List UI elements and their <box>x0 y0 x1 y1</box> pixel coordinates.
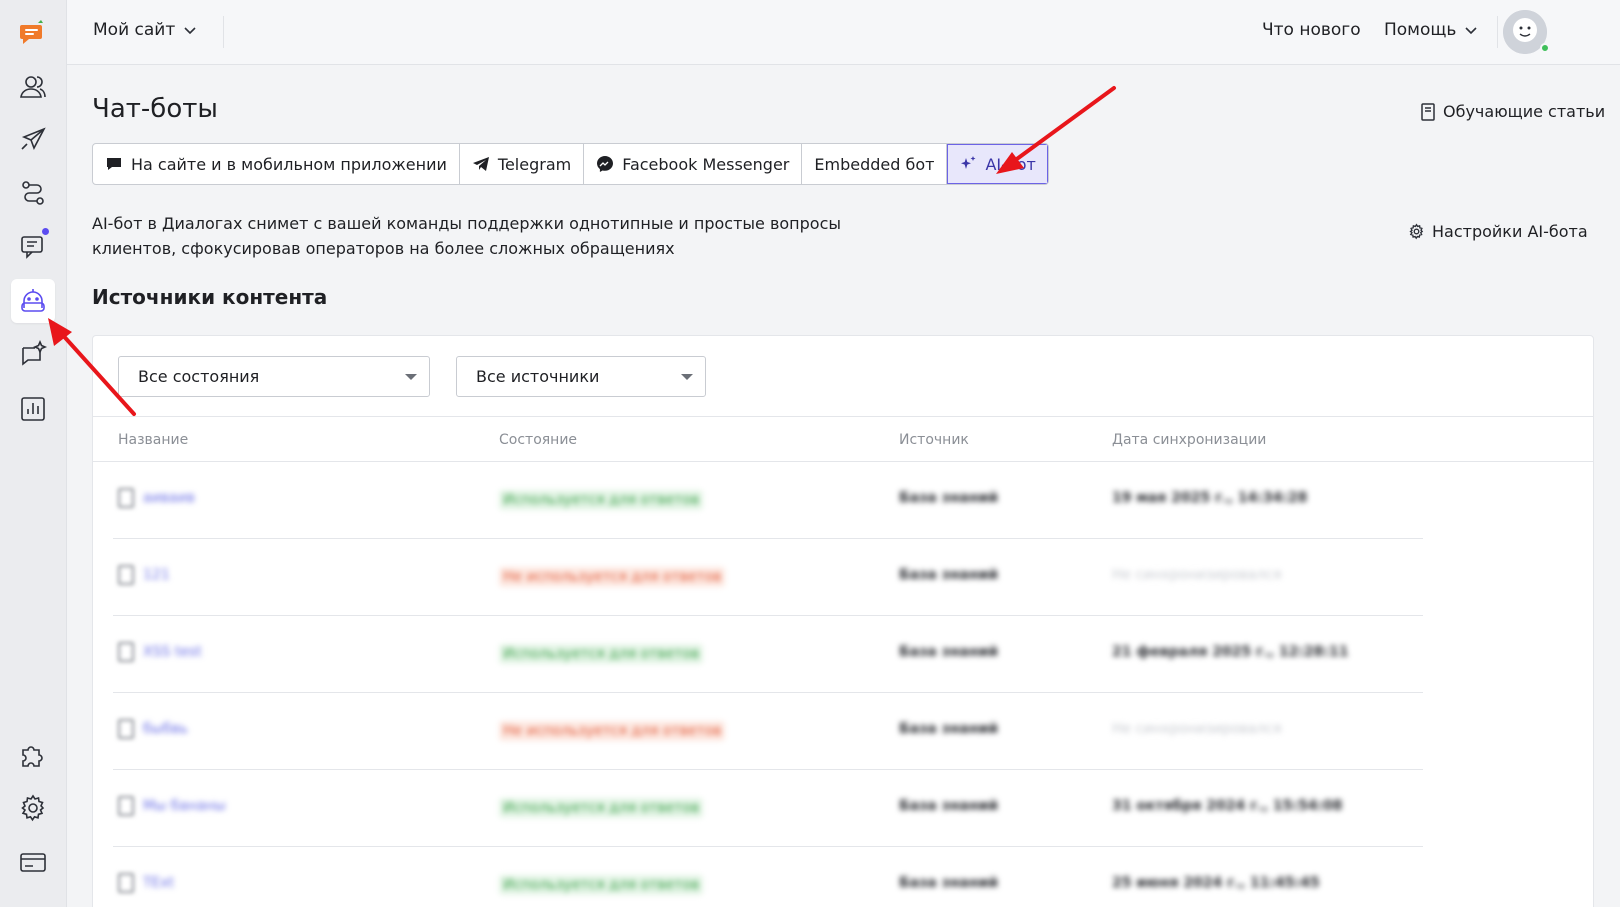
document-icon <box>118 719 134 739</box>
ai-sparkle-icon[interactable] <box>11 332 55 376</box>
puzzle-icon[interactable] <box>11 733 55 777</box>
table-row[interactable]: TExt Используется для ответов База знани… <box>93 847 1593 907</box>
status-badge: Используется для ответов <box>499 798 704 818</box>
document-icon <box>118 796 134 816</box>
billing-icon[interactable] <box>11 840 55 884</box>
sync-date: 25 июня 2024 г., 11:45:45 <box>1112 875 1320 891</box>
sync-date: Не синхронизировался <box>1112 567 1282 583</box>
tab-label: Telegram <box>497 154 572 174</box>
top-header: Мой сайт Что нового Помощь <box>67 0 1620 65</box>
source-type: База знаний <box>899 490 999 506</box>
app-logo-icon[interactable] <box>11 12 55 56</box>
source-name-link[interactable]: XSS test <box>143 644 202 660</box>
source-type: База знаний <box>899 644 999 660</box>
table-row[interactable]: аиваив Используется для ответов База зна… <box>93 462 1593 539</box>
bot-icon[interactable] <box>11 279 55 323</box>
rocket-icon[interactable] <box>11 118 55 162</box>
guides-link[interactable]: Обучающие статьи <box>1420 102 1605 121</box>
caret-down-icon <box>681 374 693 380</box>
document-icon <box>118 565 134 585</box>
tab-label: Facebook Messenger <box>622 154 790 174</box>
book-icon <box>1421 102 1435 121</box>
source-name-link[interactable]: TExt <box>143 875 174 891</box>
sync-date: 21 февраля 2025 г., 12:28:11 <box>1112 644 1349 660</box>
source-filter-value: Все источники <box>476 367 600 386</box>
tab-label: Embedded бот <box>814 154 935 174</box>
tab-telegram[interactable]: Telegram <box>460 144 585 184</box>
guides-label: Обучающие статьи <box>1443 102 1606 121</box>
page-title: Чат-боты <box>92 94 218 124</box>
gear-icon[interactable] <box>11 786 55 830</box>
divider <box>223 16 224 48</box>
column-header-state: Состояние <box>499 432 578 448</box>
source-type: База знаний <box>899 567 999 583</box>
users-icon[interactable] <box>11 65 55 109</box>
tab-label: На сайте и в мобильном приложении <box>131 154 447 174</box>
source-name-link[interactable]: быбвь <box>143 721 188 737</box>
ai-bot-description: AI-бот в Диалогах снимет с вашей команды… <box>92 214 841 258</box>
status-badge: Используется для ответов <box>499 875 704 895</box>
table-header: Название Состояние Источник Дата синхрон… <box>93 416 1593 462</box>
table-row[interactable]: 121 Не используется для ответов База зна… <box>93 539 1593 616</box>
sync-date: Не синхронизировался <box>1112 721 1282 737</box>
status-badge: Не используется для ответов <box>499 721 726 741</box>
column-header-sync-date: Дата синхронизации <box>1112 432 1267 448</box>
gear-icon <box>1409 223 1424 240</box>
sync-date: 19 мая 2025 г., 14:34:28 <box>1112 490 1308 506</box>
sidebar <box>0 0 67 907</box>
source-name-link[interactable]: Мы бананы <box>143 798 226 814</box>
caret-down-icon <box>405 374 417 380</box>
content-sources-card: Все состояния Все источники Название Сос… <box>92 335 1594 907</box>
divider <box>1497 16 1498 48</box>
table-row[interactable]: Мы бананы Используется для ответов База … <box>93 770 1593 847</box>
table-row[interactable]: XSS test Используется для ответов База з… <box>93 616 1593 693</box>
sparkle-icon <box>961 156 976 169</box>
site-selector-label: Мой сайт <box>93 20 176 40</box>
state-filter-select[interactable]: Все состояния <box>118 356 430 397</box>
route-icon[interactable] <box>11 171 55 215</box>
source-name-link[interactable]: аиваив <box>143 490 195 506</box>
tab-label: AI-бот <box>985 154 1036 174</box>
source-filter-select[interactable]: Все источники <box>456 356 706 397</box>
whats-new-link[interactable]: Что нового <box>1262 20 1361 40</box>
source-type: База знаний <box>899 875 999 891</box>
ai-bot-settings-link[interactable]: Настройки AI-бота <box>1408 222 1588 241</box>
state-filter-value: Все состояния <box>138 367 260 386</box>
tab-facebook-messenger[interactable]: Facebook Messenger <box>584 144 803 184</box>
source-name-link[interactable]: 121 <box>143 567 170 583</box>
document-icon <box>118 642 134 662</box>
help-menu[interactable]: Помощь <box>1384 20 1478 40</box>
section-title: Источники контента <box>92 285 328 309</box>
source-type: База знаний <box>899 721 999 737</box>
chevron-down-icon <box>1465 27 1478 35</box>
tab-ai-bot[interactable]: AI-бот <box>947 144 1048 184</box>
document-icon <box>118 488 134 508</box>
column-header-source: Источник <box>899 432 969 448</box>
chevron-down-icon <box>184 27 196 35</box>
unread-badge <box>42 228 49 235</box>
source-type: База знаний <box>899 798 999 814</box>
reports-icon[interactable] <box>11 387 55 431</box>
status-badge: Не используется для ответов <box>499 567 726 587</box>
status-badge: Используется для ответов <box>499 644 704 664</box>
whats-new-label: Что нового <box>1262 20 1361 40</box>
telegram-icon <box>472 157 489 171</box>
sync-date: 31 октября 2024 г., 15:54:08 <box>1112 798 1343 814</box>
tab-embedded-bot[interactable]: Embedded бот <box>802 144 948 184</box>
document-icon <box>118 873 134 893</box>
online-status-indicator <box>1540 43 1550 53</box>
column-header-name: Название <box>118 432 189 448</box>
settings-label: Настройки AI-бота <box>1432 222 1588 241</box>
help-label: Помощь <box>1384 20 1457 40</box>
site-selector[interactable]: Мой сайт <box>93 20 197 40</box>
chat-bubble-icon <box>107 158 121 170</box>
tab-website[interactable]: На сайте и в мобильном приложении <box>93 144 460 184</box>
messenger-icon <box>597 156 614 172</box>
table-row[interactable]: быбвь Не используется для ответов База з… <box>93 693 1593 770</box>
bot-type-tabs: На сайте и в мобильном приложении Telegr… <box>92 143 1049 185</box>
messages-icon[interactable] <box>11 224 55 268</box>
status-badge: Используется для ответов <box>499 490 704 510</box>
